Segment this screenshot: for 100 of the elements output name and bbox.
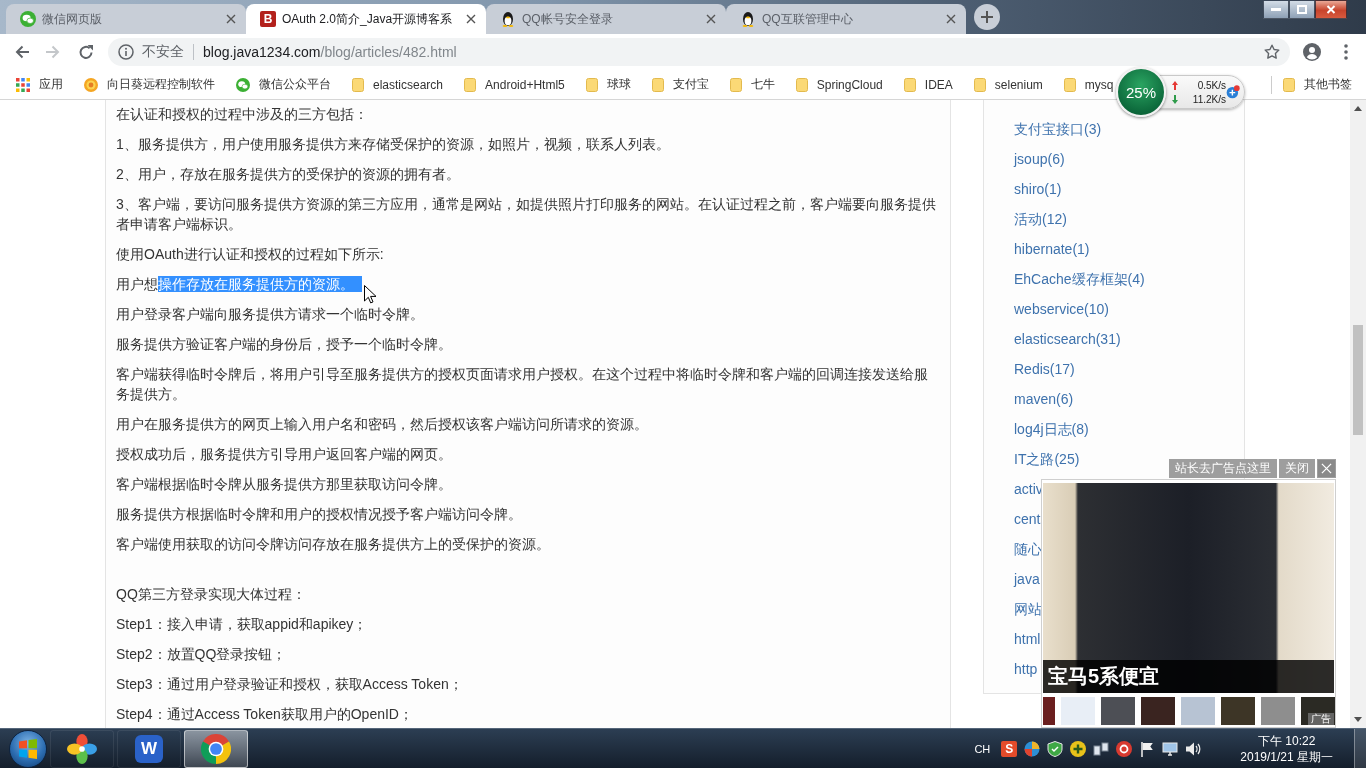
scrollbar[interactable] bbox=[1350, 100, 1366, 728]
photo-thumbnail[interactable] bbox=[1221, 697, 1255, 725]
plus-circle-icon[interactable] bbox=[1070, 740, 1087, 757]
bookmark-link[interactable]: 向日葵远程控制软件 bbox=[107, 76, 215, 93]
devices-icon[interactable] bbox=[1093, 740, 1110, 757]
close-icon[interactable] bbox=[706, 14, 716, 24]
folder-icon bbox=[973, 77, 986, 92]
more-menu-icon[interactable] bbox=[1344, 44, 1348, 60]
bookmark-link[interactable]: IDEA bbox=[924, 77, 953, 92]
new-tab-button[interactable] bbox=[974, 4, 1000, 30]
w-letter-icon: W bbox=[135, 734, 163, 763]
browser-tab[interactable]: 微信网页版 bbox=[6, 4, 246, 34]
bookmark-link[interactable]: 支付宝 bbox=[672, 76, 709, 93]
url-text: blog.java1234.com/blog/articles/482.html bbox=[203, 44, 457, 60]
paragraph: 授权成功后，服务提供方引导用户返回客户端的网页。 bbox=[116, 445, 453, 464]
round-badge-icon[interactable] bbox=[1116, 740, 1133, 757]
speaker-icon[interactable] bbox=[1185, 740, 1202, 757]
category-link[interactable]: IT之路(25) bbox=[1014, 449, 1080, 469]
category-link[interactable]: 支付宝接口(3) bbox=[1014, 119, 1102, 139]
bookmark-link[interactable]: 其他书签 bbox=[1304, 76, 1352, 93]
close-icon[interactable] bbox=[946, 14, 956, 24]
upload-speed: 0.5K/s bbox=[1196, 78, 1226, 92]
bookmark-link[interactable]: SpringCloud bbox=[816, 77, 883, 92]
bookmark-link[interactable]: elasticsearch bbox=[373, 77, 444, 92]
category-link[interactable]: cent bbox=[1014, 509, 1041, 529]
photo-thumbnail[interactable] bbox=[1101, 697, 1135, 725]
maximize-button[interactable] bbox=[1289, 0, 1315, 19]
browser-tab[interactable]: QQ互联管理中心 bbox=[726, 4, 966, 34]
profile-icon[interactable] bbox=[1303, 43, 1321, 61]
photo-thumbnail[interactable] bbox=[1261, 697, 1295, 725]
category-link[interactable]: log4j日志(8) bbox=[1014, 419, 1089, 439]
bookmark-link[interactable]: mysq bbox=[1084, 77, 1114, 92]
category-link[interactable]: http bbox=[1014, 659, 1038, 679]
bookmark-link[interactable]: 七牛 bbox=[750, 76, 775, 93]
penguin-icon bbox=[500, 11, 516, 27]
category-link[interactable]: Redis(17) bbox=[1014, 359, 1075, 379]
show-desktop-button[interactable] bbox=[1354, 729, 1366, 768]
category-link[interactable]: webservice(10) bbox=[1014, 299, 1109, 319]
clock-time[interactable]: 下午 10:22 bbox=[1257, 732, 1316, 749]
photo-placeholder[interactable]: 宝马5系便宜 bbox=[1043, 483, 1334, 693]
scroll-up-icon[interactable] bbox=[1354, 106, 1362, 111]
bookmark-link[interactable]: 微信公众平台 bbox=[259, 76, 331, 93]
category-link[interactable]: html bbox=[1014, 629, 1041, 649]
category-link[interactable]: jsoup(6) bbox=[1014, 149, 1065, 169]
browser-tab[interactable]: QQ帐号安全登录 bbox=[486, 4, 726, 34]
star-icon[interactable] bbox=[1264, 44, 1280, 60]
folder-icon bbox=[795, 77, 808, 92]
minimize-button[interactable] bbox=[1263, 0, 1289, 19]
taskbar-button[interactable] bbox=[50, 729, 114, 768]
folder-icon bbox=[651, 77, 664, 92]
category-link[interactable]: 网站 bbox=[1014, 599, 1042, 619]
folder-icon bbox=[1063, 77, 1076, 92]
taskbar-button[interactable] bbox=[184, 729, 248, 768]
close-ad-button[interactable]: 关闭 bbox=[1279, 459, 1315, 478]
folder-icon bbox=[352, 77, 364, 92]
language-indicator[interactable]: CH bbox=[974, 742, 991, 755]
category-link[interactable]: 活动(12) bbox=[1014, 209, 1067, 229]
bookmark-link[interactable]: 应用 bbox=[39, 76, 63, 93]
reload-icon[interactable] bbox=[78, 44, 94, 60]
shield-icon[interactable] bbox=[1047, 740, 1064, 757]
address-bar[interactable]: 不安全 blog.java1234.com/blog/articles/482.html bbox=[108, 38, 1290, 66]
monitor-icon[interactable] bbox=[1162, 740, 1179, 757]
taskbar-button[interactable]: W bbox=[117, 729, 181, 768]
paragraph: Step3：通过用户登录验证和授权，获取Access Token； bbox=[116, 675, 464, 694]
category-link[interactable]: elasticsearch(31) bbox=[1014, 329, 1121, 349]
photo-thumbnail[interactable] bbox=[1181, 697, 1215, 725]
close-icon bbox=[1326, 5, 1336, 14]
category-link[interactable]: java bbox=[1014, 569, 1040, 589]
back-icon[interactable] bbox=[14, 44, 30, 60]
paragraph: Step4：通过Access Token获取用户的OpenID； bbox=[116, 705, 414, 724]
start-button[interactable] bbox=[9, 729, 47, 768]
close-x-button[interactable] bbox=[1317, 459, 1336, 478]
s-letter-icon[interactable]: S bbox=[1001, 740, 1018, 757]
close-icon[interactable] bbox=[466, 14, 476, 24]
ad-label: 广告 bbox=[1308, 713, 1334, 725]
mouse-pointer-icon bbox=[364, 285, 376, 304]
close-button[interactable] bbox=[1315, 0, 1347, 19]
bookmark-link[interactable]: Android+Html5 bbox=[485, 77, 565, 92]
chrome-logo-icon bbox=[201, 733, 231, 764]
remove-ads-button[interactable]: 站长去广告点这里 bbox=[1169, 459, 1277, 478]
close-icon[interactable] bbox=[226, 14, 236, 24]
bookmark-link[interactable]: selenium bbox=[994, 77, 1043, 92]
browser-tab[interactable]: B OAuth 2.0简介_Java开源博客系 bbox=[246, 4, 486, 34]
scrollbar-thumb[interactable] bbox=[1353, 325, 1363, 435]
scroll-down-icon[interactable] bbox=[1354, 717, 1362, 722]
category-link[interactable]: hibernate(1) bbox=[1014, 239, 1090, 259]
clock-date[interactable]: 2019/1/21 星期一 bbox=[1240, 748, 1333, 765]
ball-icon[interactable] bbox=[1024, 740, 1041, 757]
b-letter-icon: B bbox=[260, 11, 276, 27]
category-link[interactable]: shiro(1) bbox=[1014, 179, 1062, 199]
photo-thumbnail[interactable] bbox=[1141, 697, 1175, 725]
photo-thumbnail[interactable] bbox=[1043, 697, 1055, 725]
category-link[interactable]: maven(6) bbox=[1014, 389, 1074, 409]
category-link[interactable]: activ bbox=[1014, 479, 1043, 499]
paragraph: Step1：接入申请，获取appid和apikey； bbox=[116, 615, 369, 634]
bookmark-link[interactable]: 球球 bbox=[606, 76, 631, 93]
category-link[interactable]: EhCache缓存框架(4) bbox=[1014, 269, 1145, 289]
download-speed: 11.2K/s bbox=[1191, 92, 1226, 106]
category-link[interactable]: 随心 bbox=[1014, 539, 1042, 559]
info-icon[interactable] bbox=[118, 44, 134, 60]
